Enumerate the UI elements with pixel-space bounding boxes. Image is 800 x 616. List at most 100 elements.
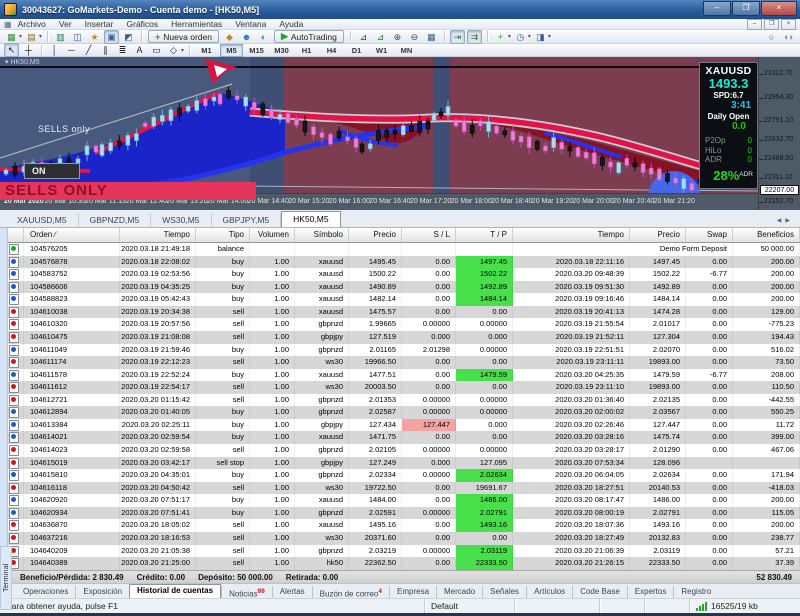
templates-icon[interactable]: ◨ — [533, 30, 548, 44]
menu-ventana[interactable]: Ventana — [235, 19, 266, 29]
indicator-window-icon[interactable]: ⊿ — [373, 30, 388, 44]
table-row[interactable]: 1045837522020.03.19 02:53:56buy1.00xauus… — [0, 268, 800, 281]
text-label-icon[interactable]: ▭ — [149, 43, 164, 57]
timeframe-m1[interactable]: M1 — [195, 44, 218, 57]
timeframe-h4[interactable]: H4 — [320, 44, 343, 57]
new-chart-icon[interactable]: ▦ — [4, 30, 19, 44]
price-chart[interactable] — [0, 57, 758, 193]
table-row[interactable]: 1046111742020.03.19 22:12:23sell1.00ws30… — [0, 356, 800, 369]
chart-tab-hk50m5[interactable]: HK50,M5 — [281, 211, 340, 227]
periods-icon[interactable]: ◷ — [513, 30, 528, 44]
table-row[interactable]: 1046104752020.03.19 21:08:08sell1.00gbpj… — [0, 331, 800, 344]
column-header-s-l[interactable]: S / L — [402, 228, 456, 242]
zoom-out-icon[interactable]: ⊖ — [407, 30, 422, 44]
history-table-header[interactable]: Orden ∕TiempoTipoVolumenSímboloPrecioS /… — [0, 228, 800, 243]
channel-icon[interactable]: ∥ — [98, 43, 113, 57]
navigator-icon[interactable]: ★ — [87, 30, 102, 44]
column-header-precio[interactable]: Precio — [349, 228, 402, 242]
terminal-tab-buzon-de-correo[interactable]: Buzón de correo4 — [312, 586, 389, 598]
menu-archivo[interactable]: Archivo — [18, 19, 46, 29]
column-header-precio-close[interactable]: Precio — [630, 228, 686, 242]
vertical-line-icon[interactable]: │ — [47, 43, 62, 57]
terminal-tab-empresa[interactable]: Empresa — [389, 586, 436, 598]
maximize-button[interactable]: ❐ — [732, 1, 760, 16]
strategy-tester-icon[interactable]: ◩ — [121, 30, 136, 44]
auto-scroll-icon[interactable]: ⇉ — [467, 30, 482, 44]
menu-ayuda[interactable]: Ayuda — [279, 19, 303, 29]
chart-shift-icon[interactable]: ⇥ — [450, 30, 465, 44]
timeframe-w1[interactable]: W1 — [370, 44, 393, 57]
timeframe-d1[interactable]: D1 — [345, 44, 368, 57]
table-row[interactable]: 1045768782020.03.18 22:08:02buy1.00xauus… — [0, 256, 800, 269]
timeframe-m30[interactable]: M30 — [270, 44, 293, 57]
indicators-icon[interactable]: ⊿ — [356, 30, 371, 44]
column-header-beneficios-close[interactable]: Beneficios — [733, 228, 800, 242]
status-connection[interactable]: 16525/19 kb — [690, 599, 800, 613]
table-row[interactable]: 1046140212020.03.20 02:59:54buy1.00xauus… — [0, 431, 800, 444]
terminal-tab-alertas[interactable]: Alertas — [272, 586, 312, 598]
table-row[interactable]: 1046127212020.03.20 01:15:42sell1.00gbpn… — [0, 394, 800, 407]
shapes-icon[interactable]: ◇ — [166, 43, 181, 57]
on-toggle-button[interactable]: ON — [24, 163, 80, 179]
terminal-tab-code-base[interactable]: Code Base — [572, 586, 627, 598]
menu-ver[interactable]: Ver — [59, 19, 72, 29]
data-window-icon[interactable]: ◫ — [70, 30, 85, 44]
column-header-tiempo-close[interactable]: Tiempo — [513, 228, 630, 242]
table-row[interactable]: 1046110492020.03.19 21:59:46buy1.00gbpnz… — [0, 344, 800, 357]
terminal-side-label[interactable]: Terminal — [0, 546, 12, 610]
autotrading-button[interactable]: ▶AutoTrading — [274, 30, 344, 43]
child-minimize-button[interactable]: – — [747, 19, 762, 30]
table-row[interactable]: 1046116122020.03.19 22:54:17sell1.00ws30… — [0, 381, 800, 394]
terminal-tab-registro[interactable]: Registro — [673, 586, 718, 598]
tile-windows-icon[interactable]: ▦ — [424, 30, 439, 44]
search-icon[interactable]: ○ — [764, 30, 779, 44]
table-row[interactable]: 1045762052020.03.18 21:49:18balanceDemo … — [0, 243, 800, 256]
chat-icon[interactable]: ◖◗ — [781, 30, 796, 44]
table-row[interactable]: 1046140232020.03.20 02:59:58sell1.00gbpn… — [0, 444, 800, 457]
table-row[interactable]: 1046150192020.03.20 03:42:17sell stop1.0… — [0, 457, 800, 470]
terminal-tab-historial-de-cuentas[interactable]: Historial de cuentas — [129, 584, 221, 598]
column-header-volumen[interactable]: Volumen — [250, 228, 295, 242]
terminal-tab-operaciones[interactable]: Operaciones — [16, 586, 75, 598]
web-terminal-icon[interactable]: ◐ — [256, 30, 271, 44]
table-row[interactable]: 1046403892020.03.20 21:25:00sell1.00hk50… — [0, 557, 800, 570]
timeframe-mn[interactable]: MN — [395, 44, 418, 57]
terminal-tab-senales[interactable]: Señales — [482, 586, 526, 598]
column-header-orden[interactable]: Orden ∕ — [24, 228, 120, 242]
fibonacci-icon[interactable]: ≣ — [115, 43, 130, 57]
table-row[interactable]: 1046128942020.03.20 01:40:05buy1.00gbpnz… — [0, 406, 800, 419]
menu-insertar[interactable]: Insertar — [85, 19, 114, 29]
close-button[interactable]: × — [761, 1, 797, 16]
terminal-tab-exposicion[interactable]: Exposición — [75, 586, 129, 598]
crosshair-icon[interactable]: ┼ — [21, 43, 36, 57]
table-row[interactable]: 1046158102020.03.20 04:35:01buy1.00gbpnz… — [0, 469, 800, 482]
table-row[interactable]: 1046209202020.03.20 07:51:17buy1.00xauus… — [0, 494, 800, 507]
table-row[interactable]: 1046103202020.03.19 20:57:56sell1.00gbpn… — [0, 318, 800, 331]
zoom-in-icon[interactable]: ⊕ — [390, 30, 405, 44]
table-row[interactable]: 1046100382020.03.19 20:34:38sell1.00xauu… — [0, 306, 800, 319]
timeframe-m5[interactable]: M5 — [220, 44, 243, 57]
table-row[interactable]: 1046372162020.03.20 18:16:53sell1.00ws30… — [0, 532, 800, 545]
chart-tab-gbpnzdm5[interactable]: GBPNZD,M5 — [79, 213, 152, 227]
table-row[interactable]: 1046368702020.03.20 18:05:02sell1.00xauu… — [0, 519, 800, 532]
table-row[interactable]: 1046209342020.03.20 07:51:41buy1.00gbpnz… — [0, 507, 800, 520]
column-header-tipo[interactable]: Tipo — [196, 228, 250, 242]
chart-tab-xauusdm5[interactable]: XAUUSD,M5 — [6, 213, 79, 227]
add-indicator-icon[interactable]: + — [493, 30, 508, 44]
table-row[interactable]: 1046161182020.03.20 04:50:42sell1.00ws30… — [0, 482, 800, 495]
column-header-simbolo[interactable]: Símbolo — [295, 228, 349, 242]
horizontal-line-icon[interactable]: ─ — [64, 43, 79, 57]
terminal-tab-expertos[interactable]: Expertos — [627, 586, 674, 598]
terminal-tab-noticias[interactable]: Noticias99 — [221, 586, 272, 598]
timeframe-h1[interactable]: H1 — [295, 44, 318, 57]
table-row[interactable]: 1046133842020.03.20 02:25:11buy1.00gbpjp… — [0, 419, 800, 432]
new-order-button[interactable]: +Nueva orden — [148, 30, 219, 43]
child-maximize-button[interactable]: ❐ — [764, 19, 779, 30]
terminal-tab-articulos[interactable]: Artículos — [526, 586, 572, 598]
menu-graficos[interactable]: Gráficos — [127, 19, 159, 29]
terminal-panel-icon[interactable]: ▣ — [104, 30, 119, 44]
menu-herramientas[interactable]: Herramientas — [171, 19, 222, 29]
cursor-icon[interactable]: ↖ — [4, 43, 19, 57]
column-header-tiempo[interactable]: Tiempo — [120, 228, 196, 242]
profiles-icon[interactable]: ▤ — [24, 30, 39, 44]
